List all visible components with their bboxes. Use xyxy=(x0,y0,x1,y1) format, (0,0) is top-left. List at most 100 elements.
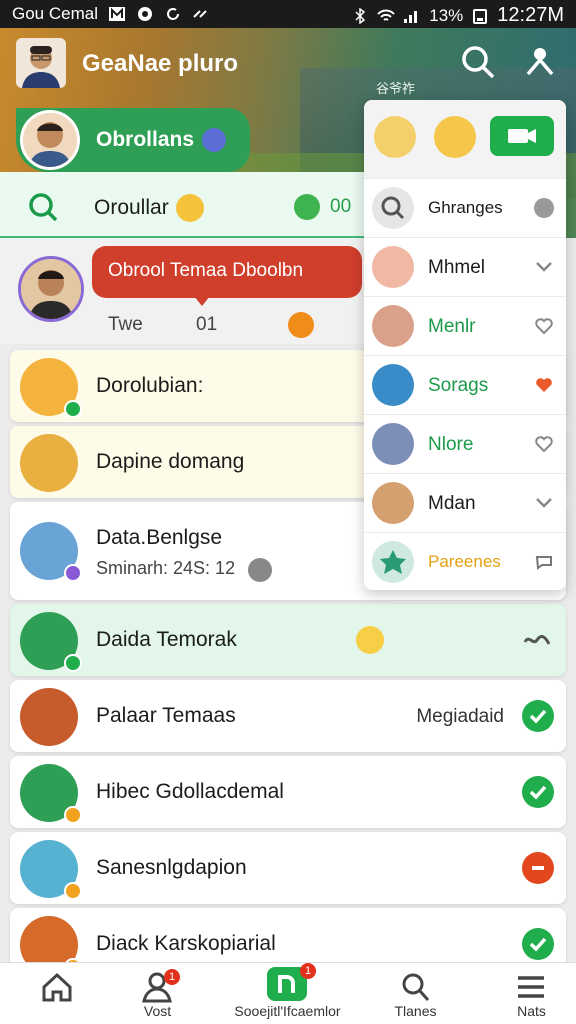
smile-emoji-icon xyxy=(176,194,204,222)
contact-avatar xyxy=(372,364,414,406)
bubble-tail xyxy=(194,296,210,306)
chat-name: Palaar Temaas xyxy=(96,704,236,727)
status-bar: Gou Cemal 13% 12:27M xyxy=(0,0,576,28)
chat-right-text: Megiadaid xyxy=(416,706,504,727)
featured-sub-label: Twe xyxy=(108,314,143,335)
camera-button[interactable] xyxy=(490,116,554,156)
current-user-avatar xyxy=(20,110,80,170)
dropdown-item-label: Mhmel xyxy=(428,257,486,278)
chat-name: Sanesnlgdapion xyxy=(96,856,247,879)
sticker-icon[interactable] xyxy=(374,116,416,158)
featured-avatar xyxy=(18,256,84,322)
nav-menu[interactable]: Nats xyxy=(474,963,576,1024)
chat-row[interactable]: Hibec Gdollacdemal xyxy=(10,756,566,828)
bluetooth-icon xyxy=(355,7,366,24)
dropdown-item-label: Nlore xyxy=(428,434,474,455)
dropdown-item[interactable]: Sorags xyxy=(364,355,566,414)
app-title: GeaNae pluro xyxy=(82,50,239,77)
dropdown-item[interactable]: Mhmel xyxy=(364,237,566,296)
chat-name: Diack Karskopiarial xyxy=(96,932,276,955)
carrier-label: Gou Cemal xyxy=(12,4,98,23)
dropdown-item-label: Sorags xyxy=(428,375,489,396)
search-icon[interactable] xyxy=(460,44,496,80)
check-icon xyxy=(522,700,554,732)
nav-label: Vost xyxy=(143,1003,172,1019)
dropdown-item[interactable]: Ghranges xyxy=(364,178,566,237)
profile-avatar[interactable] xyxy=(16,38,66,88)
link-icon xyxy=(193,10,207,18)
notification-icon xyxy=(108,7,125,21)
nav-vost[interactable]: 1 Vost xyxy=(100,963,215,1024)
chat-name: Dorolubian: xyxy=(96,374,204,397)
contact-avatar xyxy=(372,423,414,465)
alert-dot-icon xyxy=(288,312,314,338)
chat-name: Hibec Gdollacdemal xyxy=(96,780,284,803)
camera-icon xyxy=(508,129,536,143)
heart-outline-icon[interactable] xyxy=(534,316,554,336)
dropdown-header xyxy=(364,100,566,178)
chat-icon[interactable] xyxy=(534,552,554,572)
nav-label: Nats xyxy=(517,1003,546,1019)
check-icon xyxy=(522,928,554,960)
star-icon xyxy=(372,541,414,583)
chat-row[interactable]: Sanesnlgdapion xyxy=(10,832,566,904)
contact-avatar xyxy=(372,305,414,347)
attachment-icon xyxy=(248,558,272,582)
search-label: Oroullar xyxy=(94,196,169,219)
dropdown-item[interactable]: Mdan xyxy=(364,473,566,532)
nav-center[interactable]: 1 Sooejitl'Ifcaemlor xyxy=(230,963,345,1024)
minus-icon xyxy=(522,852,554,884)
chevron-down-icon[interactable] xyxy=(534,257,554,277)
battery-percent: 13% xyxy=(429,5,464,25)
notification-badge: 1 xyxy=(164,969,180,985)
people-share-icon[interactable] xyxy=(522,44,558,80)
current-user-name: Obrollans xyxy=(96,128,195,151)
globe-icon xyxy=(202,128,226,152)
online-status-icon xyxy=(294,194,320,220)
chevron-down-icon[interactable] xyxy=(534,493,554,513)
chat-status-icon xyxy=(64,882,82,900)
header-sub-label: 谷爷祚 xyxy=(376,81,416,96)
search-icon xyxy=(372,187,414,229)
home-icon xyxy=(42,972,72,1002)
bottom-navigation: 1 Vost 1 Sooejitl'Ifcaemlor Tlanes Nats xyxy=(0,962,576,1024)
chat-status-icon xyxy=(64,564,82,582)
chat-status-icon xyxy=(64,806,82,824)
dropdown-item[interactable]: Pareenes xyxy=(364,532,566,590)
heart-filled-icon[interactable] xyxy=(534,375,554,395)
heart-outline-icon[interactable] xyxy=(534,434,554,454)
chat-name: Dapine domang xyxy=(96,450,245,473)
chat-row[interactable]: Palaar Temaas Megiadaid xyxy=(10,680,566,752)
dropdown-item-label: Mdan xyxy=(428,493,476,514)
featured-message-bubble: Obrool Temaa Dboolbn xyxy=(92,246,362,298)
dropdown-item[interactable]: Nlore xyxy=(364,414,566,473)
search-icon[interactable] xyxy=(26,190,60,224)
contact-dropdown: Ghranges Mhmel Menlr Sorags Nlore Mdan P… xyxy=(364,100,566,590)
nav-label: Tlanes xyxy=(394,1003,437,1019)
toggle-icon[interactable] xyxy=(534,198,554,218)
heart-status-icon xyxy=(137,7,152,21)
search-row[interactable]: Oroullar 00 xyxy=(0,172,366,238)
dropdown-item-label: Menlr xyxy=(428,316,476,337)
dropdown-item-label: Pareenes xyxy=(428,552,501,571)
nav-home[interactable] xyxy=(0,963,115,1024)
contact-avatar xyxy=(372,482,414,524)
search-count: 00 xyxy=(330,196,352,217)
featured-sub-value: 01 xyxy=(196,314,218,335)
emoji-icon xyxy=(356,626,384,654)
nav-label: Sooejitl'Ifcaemlor xyxy=(234,1003,341,1019)
link-icon[interactable] xyxy=(522,628,552,652)
featured-chat[interactable]: Obrool Temaa Dboolbn Twe 01 xyxy=(0,238,366,344)
chat-avatar xyxy=(20,688,78,746)
sync-icon xyxy=(167,8,179,20)
chat-status-icon xyxy=(64,400,82,418)
clock: 12:27M xyxy=(497,4,564,26)
dropdown-item[interactable]: Menlr xyxy=(364,296,566,355)
current-user-pill[interactable]: Obrollans xyxy=(16,108,250,172)
check-icon xyxy=(522,776,554,808)
chat-name: Data.Benlgse xyxy=(96,526,223,549)
notification-badge: 1 xyxy=(300,963,316,979)
sticker-icon[interactable] xyxy=(434,116,476,158)
nav-search[interactable]: Tlanes xyxy=(358,963,473,1024)
chat-row-highlighted[interactable]: Daida Temorak xyxy=(10,604,566,676)
